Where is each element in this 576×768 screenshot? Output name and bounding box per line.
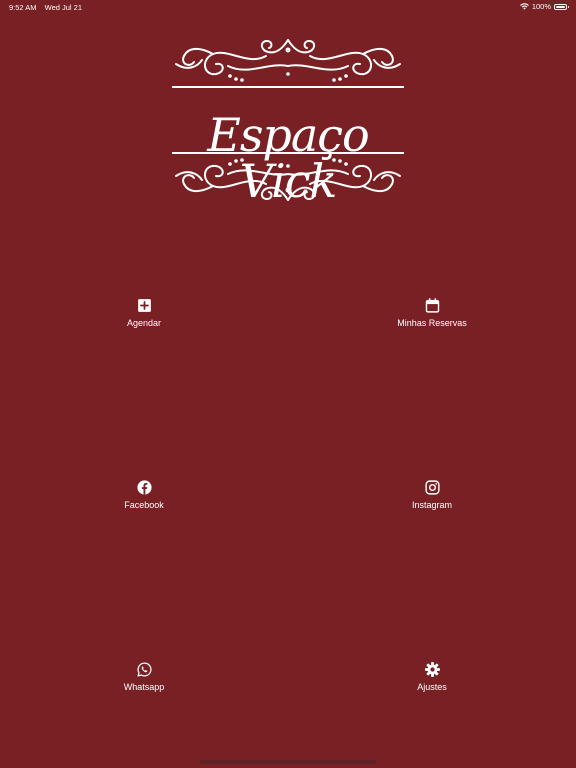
status-bar: 9:52 AM Wed Jul 21 100% bbox=[0, 0, 576, 14]
status-time: 9:52 AM bbox=[9, 3, 37, 12]
status-left: 9:52 AM Wed Jul 21 bbox=[9, 3, 88, 12]
menu-item-whatsapp[interactable]: Whatsapp bbox=[84, 661, 204, 692]
brand-logo: Espaço Vick bbox=[168, 36, 408, 206]
menu-label-minhas-reservas: Minhas Reservas bbox=[397, 318, 467, 328]
facebook-icon bbox=[136, 480, 152, 495]
menu-item-instagram[interactable]: Instagram bbox=[372, 479, 492, 510]
home-indicator[interactable] bbox=[200, 760, 376, 764]
calendar-icon bbox=[425, 298, 439, 313]
menu-label-agendar: Agendar bbox=[126, 318, 162, 328]
menu-item-agendar[interactable]: Agendar bbox=[84, 297, 204, 328]
top-rule bbox=[172, 86, 404, 88]
ornament-bottom-icon bbox=[175, 158, 401, 201]
ornament-top-icon bbox=[175, 39, 401, 82]
status-right: 100% bbox=[519, 2, 569, 11]
wifi-icon bbox=[519, 3, 529, 10]
plus-square-icon bbox=[137, 299, 151, 312]
menu-item-minhas-reservas[interactable]: Minhas Reservas bbox=[372, 297, 492, 328]
menu-label-whatsapp: Whatsapp bbox=[123, 682, 165, 692]
battery-icon bbox=[554, 3, 569, 10]
instagram-icon bbox=[424, 480, 440, 495]
whatsapp-icon bbox=[136, 662, 152, 677]
menu-label-facebook: Facebook bbox=[124, 500, 164, 510]
battery-fill bbox=[556, 5, 565, 8]
battery-percent: 100% bbox=[531, 2, 551, 11]
menu-item-facebook[interactable]: Facebook bbox=[84, 479, 204, 510]
menu-label-instagram: Instagram bbox=[411, 500, 453, 510]
bottom-rule bbox=[172, 152, 404, 154]
gear-icon bbox=[424, 662, 440, 677]
menu-label-ajustes: Ajustes bbox=[417, 682, 447, 692]
menu-item-ajustes[interactable]: Ajustes bbox=[372, 661, 492, 692]
status-date: Wed Jul 21 bbox=[44, 3, 83, 12]
